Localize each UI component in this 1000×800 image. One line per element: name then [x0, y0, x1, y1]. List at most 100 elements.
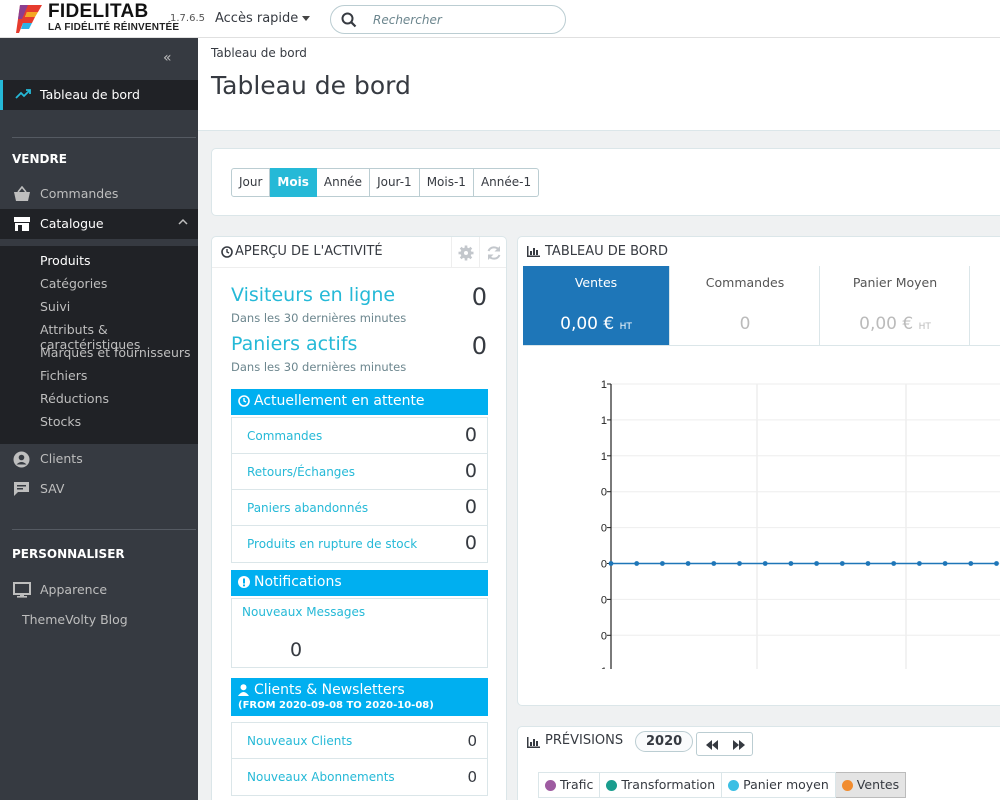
data-point — [608, 561, 614, 566]
y-tick-label: 0 — [601, 487, 607, 499]
data-point — [711, 561, 717, 566]
y-tick-label: -1 — [597, 666, 607, 669]
abandoned-carts-value: 0 — [464, 496, 477, 518]
sidebar-item-label: SAV — [40, 481, 65, 496]
submenu-item-brands[interactable]: Marques et fournisseurs — [40, 345, 191, 360]
submenu-item-categories[interactable]: Catégories — [40, 276, 107, 291]
fast-forward-icon[interactable] — [725, 737, 753, 753]
kpi-value: 0,00 € HT — [821, 314, 969, 334]
new-subscriptions-link[interactable]: Nouveaux Abonnements — [247, 770, 395, 784]
chat-icon — [14, 482, 29, 496]
sidebar-item-orders[interactable]: Commandes — [0, 179, 198, 209]
kpi-label: Panier Moyen — [852, 275, 938, 290]
tab-label: Trafic — [560, 777, 594, 792]
y-tick-label: 1 — [601, 451, 607, 463]
quick-access-menu[interactable]: Accès rapide — [215, 11, 311, 26]
dot-icon — [728, 779, 740, 791]
new-clients-link[interactable]: Nouveaux Clients — [247, 734, 352, 748]
period-selector: Jour Mois Année Jour-1 Mois-1 Année-1 — [231, 168, 540, 197]
pending-orders-link[interactable]: Commandes — [247, 429, 322, 443]
data-point — [865, 561, 871, 566]
kpi-average-cart[interactable]: Panier Moyen 0,00 € HT — [821, 266, 970, 345]
gear-icon — [458, 245, 474, 261]
notifications-box: Nouveaux Messages 0 — [231, 598, 488, 668]
submenu-item-stocks[interactable]: Stocks — [40, 414, 81, 429]
sidebar-item-blog[interactable]: ThemeVolty Blog — [0, 605, 198, 635]
kpi-value: 0 — [671, 314, 819, 334]
clients-list: Nouveaux Clients 0 Nouveaux Abonnements 0 — [231, 722, 488, 796]
period-prev-month-button[interactable]: Mois-1 — [419, 168, 474, 197]
fidelitab-logo[interactable] — [16, 3, 46, 35]
bar-chart-icon — [527, 246, 540, 257]
dashboard-header: TABLEAU DE BORD — [518, 237, 1000, 266]
out-of-stock-value: 0 — [464, 532, 477, 554]
year-navigation — [696, 732, 753, 756]
clients-title: Clients & Newsletters — [254, 682, 405, 698]
sidebar: « Tableau de bord VENDRE Commandes Catal… — [0, 38, 198, 800]
sidebar-item-sav[interactable]: SAV — [0, 474, 198, 504]
settings-button[interactable] — [451, 237, 479, 268]
data-point — [685, 561, 691, 566]
online-visitors-label[interactable]: Visiteurs en ligne — [231, 284, 395, 306]
data-point — [762, 561, 768, 566]
data-point — [891, 561, 897, 566]
out-of-stock-link[interactable]: Produits en rupture de stock — [247, 537, 417, 551]
rewind-icon[interactable] — [698, 737, 726, 753]
list-item: Produits en rupture de stock 0 — [232, 526, 487, 562]
new-messages-value: 0 — [290, 639, 303, 661]
kpi-value: 0,00 € HT — [523, 314, 669, 334]
sidebar-item-clients[interactable]: Clients — [0, 444, 198, 474]
data-point — [994, 561, 999, 566]
period-prev-year-button[interactable]: Année-1 — [473, 168, 540, 197]
sidebar-item-dashboard[interactable]: Tableau de bord — [0, 80, 198, 110]
store-icon — [14, 217, 30, 231]
forecast-year[interactable]: 2020 — [635, 731, 694, 752]
section-customize: PERSONNALISER — [12, 547, 125, 561]
submenu-item-tracking[interactable]: Suivi — [40, 299, 70, 314]
forecast-panel: PRÉVISIONS 2020 Trafic Transformation Pa… — [517, 726, 1000, 800]
active-carts-label[interactable]: Paniers actifs — [231, 333, 357, 355]
version-label: 1.7.6.5 — [170, 13, 205, 24]
pending-returns-link[interactable]: Retours/Échanges — [247, 465, 355, 479]
data-point — [968, 561, 974, 566]
sidebar-item-appearance[interactable]: Apparence — [0, 575, 198, 605]
abandoned-carts-link[interactable]: Paniers abandonnés — [247, 501, 368, 515]
basket-icon — [14, 186, 30, 201]
search-box[interactable] — [330, 5, 566, 34]
tab-sales[interactable]: Ventes — [835, 772, 907, 798]
tab-conversion[interactable]: Transformation — [600, 772, 723, 798]
kpi-sales[interactable]: Ventes 0,00 € HT — [523, 266, 670, 345]
submenu-item-products[interactable]: Produits — [40, 253, 91, 268]
sidebar-item-catalog[interactable]: Catalogue — [0, 209, 198, 239]
breadcrumb[interactable]: Tableau de bord — [211, 46, 307, 60]
submenu-item-discounts[interactable]: Réductions — [40, 391, 109, 406]
dot-icon — [606, 779, 618, 791]
new-messages-link[interactable]: Nouveaux Messages — [242, 605, 365, 619]
data-point — [917, 561, 922, 566]
chevron-up-icon — [178, 218, 188, 225]
page-header: Tableau de bord Tableau de bord — [198, 38, 1000, 131]
list-item: Nouveaux Abonnements 0 — [232, 759, 487, 795]
pending-header: Actuellement en attente — [231, 389, 488, 415]
brand: FIDELITAB LA FIDÉLITÉ RÉINVENTÉE — [48, 2, 179, 34]
period-month-button[interactable]: Mois — [270, 168, 317, 197]
data-point — [737, 561, 742, 566]
sidebar-item-label: Catalogue — [40, 216, 104, 231]
submenu-item-files[interactable]: Fichiers — [40, 368, 87, 383]
page-title: Tableau de bord — [211, 71, 411, 100]
collapse-sidebar-icon[interactable]: « — [163, 50, 172, 66]
kpi-label: Commandes — [705, 275, 785, 290]
kpi-orders[interactable]: Commandes 0 — [671, 266, 820, 345]
tab-label: Ventes — [856, 777, 900, 792]
refresh-button[interactable] — [479, 237, 507, 268]
period-day-button[interactable]: Jour — [231, 168, 271, 197]
tab-traffic[interactable]: Trafic — [538, 772, 601, 798]
new-clients-value: 0 — [467, 732, 477, 750]
period-year-button[interactable]: Année — [316, 168, 371, 197]
activity-title: APERÇU DE L'ACTIVITÉ — [235, 244, 383, 259]
sidebar-item-label: Tableau de bord — [40, 87, 140, 102]
tab-average-cart[interactable]: Panier moyen — [722, 772, 836, 798]
period-prev-day-button[interactable]: Jour-1 — [370, 168, 420, 197]
kpi-amount: 0,00 € — [560, 314, 615, 334]
search-input[interactable] — [373, 10, 558, 30]
